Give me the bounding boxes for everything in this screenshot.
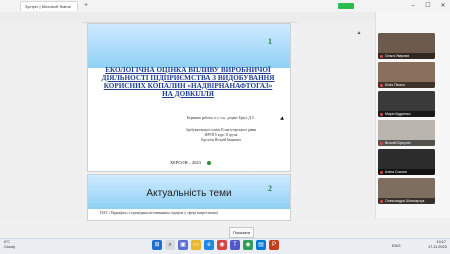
participant-name: Віталій Бірсулін xyxy=(378,140,435,146)
stage-right-gutter xyxy=(297,22,375,218)
mic-muted-icon xyxy=(380,84,383,87)
mic-muted-icon xyxy=(380,142,383,145)
participant-tile-active[interactable]: Віталій Бірсулін xyxy=(378,120,435,146)
participant-tile[interactable]: Аліна Сокоян xyxy=(378,149,435,175)
participant-name: Олександра Шлюсарчук xyxy=(378,198,435,204)
mic-muted-icon xyxy=(380,113,383,116)
slide-group: ФРГН 6 курс II група xyxy=(204,133,238,137)
slide-degree: Здобувач вищої освіти II магістерського … xyxy=(185,128,257,132)
slide-supervisor: Керівник роботи: к.с.-г.н., доцент Бреус… xyxy=(186,116,256,120)
task-view-icon[interactable]: ▣ xyxy=(178,240,188,250)
weather-widget[interactable]: 6°C Cloudy xyxy=(4,240,15,249)
presentation-slide-2: 2 Актуальність теми ПАТ «Укрнафта» є про… xyxy=(88,175,290,220)
maximize-icon[interactable]: ☐ xyxy=(421,0,435,12)
slide-body-text: ПАТ «Укрнафта» є провідним вітчизняним л… xyxy=(100,211,218,215)
clock-date: 17.11.2023 xyxy=(428,244,447,249)
participant-name: Ольга Уварова xyxy=(378,53,435,59)
slide-author: Бірсулін Віталій Іванович xyxy=(201,138,241,142)
taskbar-clock[interactable]: 14:17 17.11.2023 xyxy=(428,240,447,249)
participant-name: Марія Кудренко xyxy=(378,111,435,117)
slide-number: 1 xyxy=(268,37,272,46)
slide-title: Актуальність теми xyxy=(146,188,232,199)
mic-muted-icon xyxy=(380,171,383,174)
teams-icon[interactable]: T xyxy=(230,240,240,250)
slide-header-band xyxy=(88,24,290,68)
browser-tab[interactable]: Зустріч | Microsoft Teams xyxy=(20,1,78,11)
presentation-slide-1: 1 ЕКОЛОГІЧНА ОЦІНКА ВПЛИВУ ВИРОБНИЧОЇ ДІ… xyxy=(88,24,290,171)
close-icon[interactable]: ✕ xyxy=(436,0,450,12)
app-icon[interactable]: ◆ xyxy=(243,240,253,250)
bullet-dot-icon xyxy=(207,161,211,165)
stage-left-gutter xyxy=(0,22,82,218)
weather-condition: Cloudy xyxy=(4,244,16,249)
file-explorer-icon[interactable]: ▭ xyxy=(191,240,201,250)
participant-tile[interactable]: Юлія Пікало xyxy=(378,62,435,88)
slide-title: ЕКОЛОГІЧНА ОЦІНКА ВПЛИВУ ВИРОБНИЧОЇ ДІЯЛ… xyxy=(101,66,275,98)
participant-tile[interactable]: Олександра Шлюсарчук xyxy=(378,178,435,204)
windows-start-icon[interactable]: ⊞ xyxy=(152,240,162,250)
participant-name: Юлія Пікало xyxy=(378,82,435,88)
participant-name: Аліна Сокоян xyxy=(378,169,435,175)
slide-city-year: ХЕРСОН – 2023 xyxy=(170,160,201,165)
system-tray-language[interactable]: ENG xyxy=(392,243,401,248)
store-icon[interactable]: ▤ xyxy=(256,240,266,250)
powerpoint-icon[interactable]: P xyxy=(269,240,279,250)
mic-muted-icon xyxy=(380,200,383,203)
tooltip: Показати xyxy=(229,227,255,238)
participant-tile[interactable]: Ольга Уварова xyxy=(378,33,435,59)
plus-icon[interactable]: + xyxy=(82,1,90,11)
edge-browser-icon[interactable]: e xyxy=(204,240,214,250)
mic-muted-icon xyxy=(380,55,383,58)
chevron-up-icon[interactable]: ▲ xyxy=(356,30,362,36)
participant-tile[interactable]: Марія Кудренко xyxy=(378,91,435,117)
search-icon[interactable]: ⌕ xyxy=(165,240,175,250)
chrome-browser-icon[interactable]: ◉ xyxy=(217,240,227,250)
minimize-icon[interactable]: – xyxy=(406,0,420,12)
sharing-indicator xyxy=(338,3,354,9)
